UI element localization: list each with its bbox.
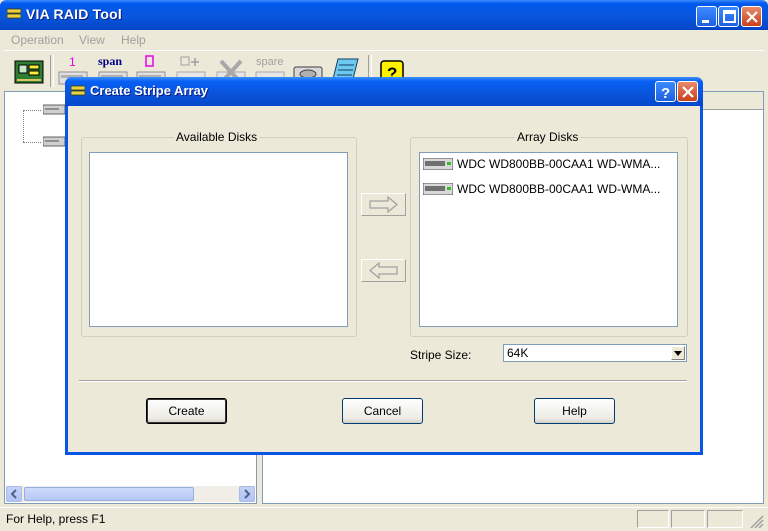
status-cell	[671, 510, 705, 528]
create-button-label: Create	[168, 404, 205, 418]
hard-disk-icon	[423, 183, 453, 195]
tree-connector	[23, 110, 24, 142]
menu-view[interactable]: View	[79, 33, 105, 47]
tree-connector	[23, 142, 41, 143]
question-mark-icon: ?	[661, 85, 670, 102]
arrow-right-icon	[369, 195, 398, 214]
status-bar: For Help, press F1	[0, 507, 768, 531]
horizontal-scrollbar[interactable]	[6, 486, 255, 502]
arrow-left-icon	[10, 489, 17, 499]
dialog-separator	[79, 380, 687, 382]
raid-controller-button[interactable]	[13, 55, 45, 87]
main-window-title: VIA RAID Tool	[26, 6, 122, 22]
dialog-close-button[interactable]	[677, 81, 698, 102]
tree-connector	[23, 110, 41, 111]
chevron-down-icon	[674, 351, 682, 356]
raid-controller-icon	[14, 60, 44, 84]
tree-disk-item[interactable]	[42, 104, 66, 115]
scroll-right-button[interactable]	[239, 486, 255, 502]
arrow-left-icon	[369, 261, 398, 280]
size-grip-icon	[750, 515, 764, 529]
raid-app-icon	[6, 8, 22, 20]
arrow-right-icon	[244, 489, 251, 499]
stripe-size-value: 64K	[507, 346, 529, 360]
hard-disk-icon	[423, 158, 453, 170]
array-disk-item[interactable]: WDC WD800BB-00CAA1 WD-WMA...	[423, 180, 673, 198]
array-disks-list[interactable]: WDC WD800BB-00CAA1 WD-WMA... WDC WD800BB…	[419, 152, 678, 327]
status-cell	[637, 510, 669, 528]
cancel-button-label: Cancel	[363, 404, 402, 418]
available-disks-label: Available Disks	[174, 130, 260, 144]
add-to-array-button[interactable]	[361, 193, 406, 216]
cancel-button[interactable]: Cancel	[342, 398, 423, 424]
available-disks-group: Available Disks	[81, 130, 357, 337]
stripe-size-select[interactable]: 64K	[503, 344, 687, 362]
svg-text:?: ?	[661, 85, 670, 102]
size-grip[interactable]	[745, 510, 766, 529]
menu-operation[interactable]: Operation	[11, 33, 64, 47]
help-button-label: Help	[562, 404, 587, 418]
spare-caption: spare	[256, 56, 284, 68]
scroll-left-button[interactable]	[6, 486, 22, 502]
dialog-body: Available Disks Array Disks WDC WD800BB-…	[68, 106, 700, 452]
array-disks-label: Array Disks	[515, 130, 581, 144]
status-cell	[707, 510, 743, 528]
toolbar-separator	[50, 55, 54, 87]
raid-app-icon	[70, 85, 86, 97]
menu-bar: Operation View Help	[4, 30, 764, 50]
array-disk-label: WDC WD800BB-00CAA1 WD-WMA...	[457, 157, 661, 171]
dialog-help-button[interactable]: ?	[655, 81, 676, 102]
stripe-size-dropdown-button[interactable]	[671, 346, 685, 360]
span-caption: span	[98, 55, 122, 68]
dialog-title: Create Stripe Array	[90, 83, 209, 98]
disk-icon	[42, 104, 66, 115]
close-button[interactable]	[741, 6, 762, 27]
remove-from-array-button[interactable]	[361, 259, 406, 282]
dialog-titlebar[interactable]: Create Stripe Array ?	[65, 77, 703, 106]
disk-icon	[42, 136, 66, 147]
menu-help[interactable]: Help	[121, 33, 146, 47]
main-window-titlebar[interactable]: VIA RAID Tool	[0, 0, 768, 30]
maximize-button[interactable]	[718, 6, 739, 27]
raid1-caption: 1	[69, 55, 76, 69]
help-button[interactable]: Help	[534, 398, 615, 424]
tree-disk-item[interactable]	[42, 136, 66, 147]
stripe-size-label: Stripe Size:	[410, 348, 472, 362]
array-disk-item[interactable]: WDC WD800BB-00CAA1 WD-WMA...	[423, 155, 673, 173]
status-text: For Help, press F1	[6, 512, 106, 526]
create-stripe-array-dialog: Create Stripe Array ? Available Disks Ar…	[65, 77, 703, 455]
create-button[interactable]: Create	[146, 398, 227, 424]
array-disk-label: WDC WD800BB-00CAA1 WD-WMA...	[457, 182, 661, 196]
available-disks-list[interactable]	[89, 152, 348, 327]
scroll-thumb[interactable]	[24, 487, 194, 501]
minimize-button[interactable]	[696, 6, 717, 27]
close-icon	[682, 86, 694, 98]
array-disks-group: Array Disks WDC WD800BB-00CAA1 WD-WMA...…	[410, 130, 688, 337]
